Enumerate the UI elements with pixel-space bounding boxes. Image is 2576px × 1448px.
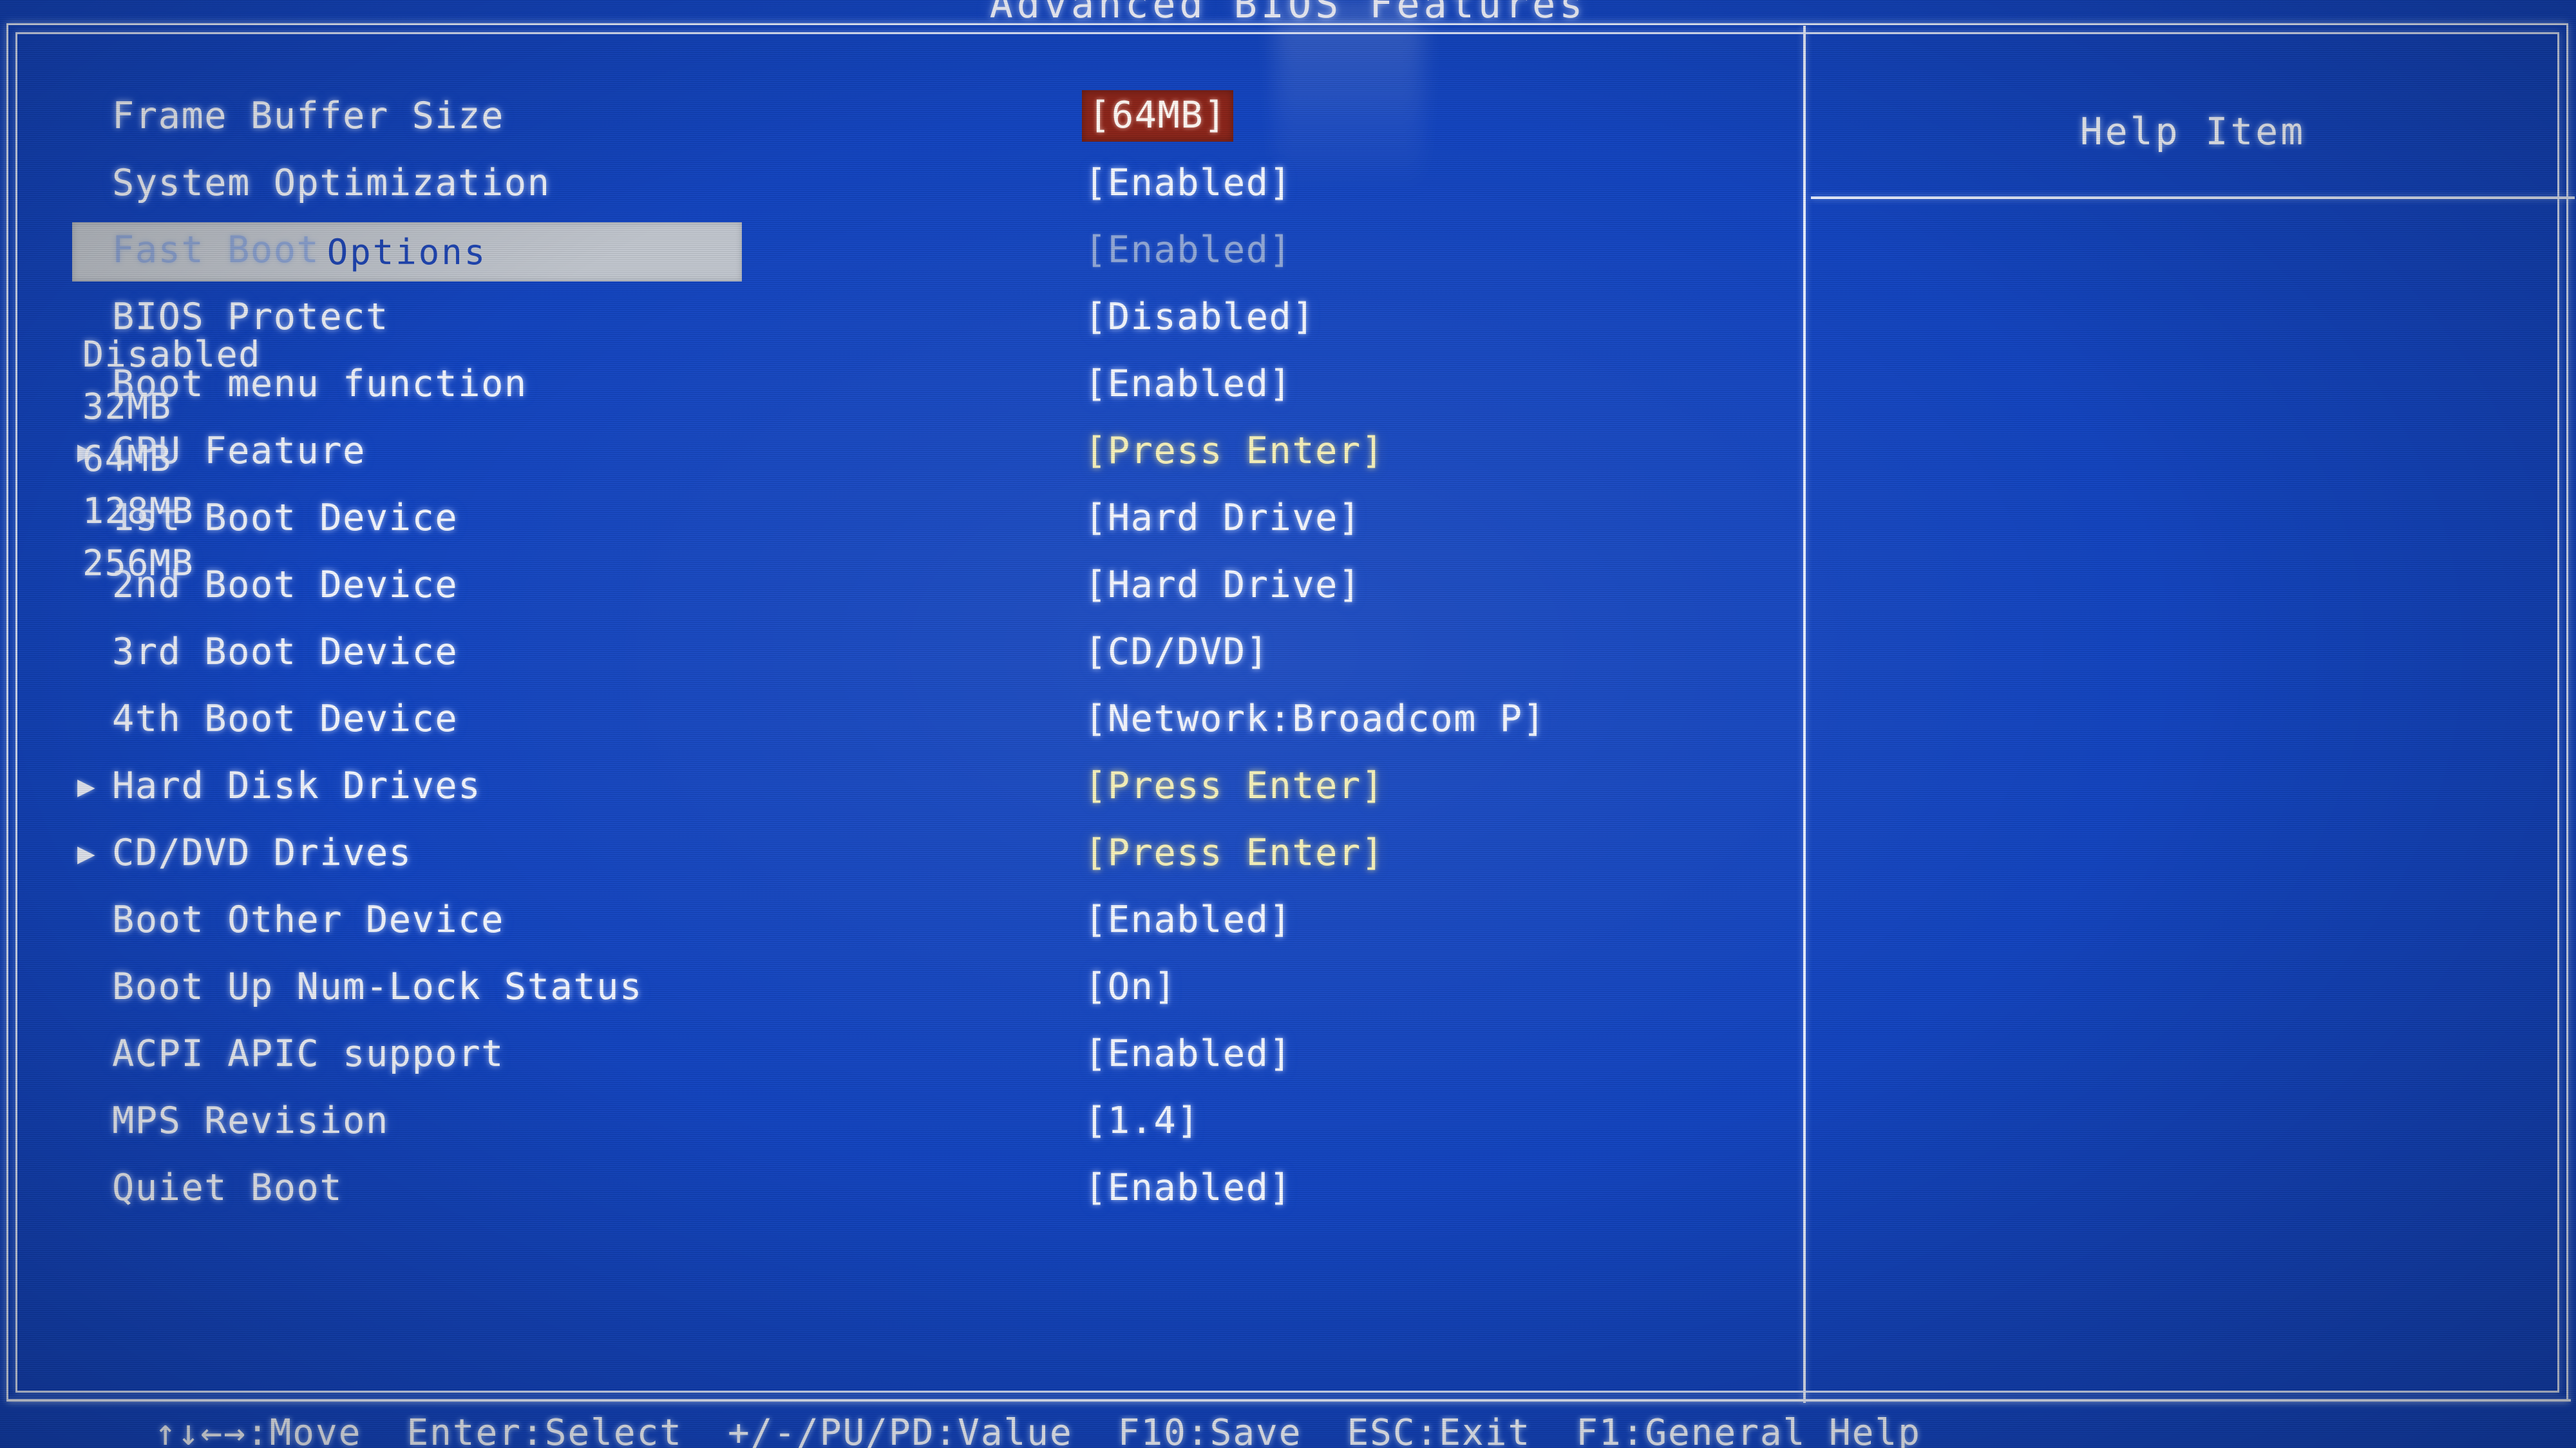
key-help-list: ↑↓←→:Move Enter:Select +/-/PU/PD:Value F10:… bbox=[155, 1415, 1966, 1448]
setting-value[interactable]: [Enabled] bbox=[1082, 1165, 1294, 1210]
setting-value[interactable]: [Hard Drive] bbox=[1082, 562, 1364, 607]
bios-setup-screen: Advanced BIOS Features Frame Buffer Size… bbox=[0, 0, 2576, 1448]
options-list: Disabled 32MB 64MB 128MB 256MB bbox=[82, 329, 739, 589]
row-indent-spacer bbox=[77, 969, 112, 1004]
setting-value[interactable]: [Network:Broadcom P] bbox=[1082, 696, 1548, 741]
setting-label: Frame Buffer Size bbox=[112, 95, 504, 137]
setting-label: Hard Disk Drives bbox=[112, 765, 482, 807]
setting-value[interactable]: [Press Enter] bbox=[1082, 428, 1387, 473]
setting-row[interactable]: ACPI APIC support [Enabled] bbox=[77, 1020, 1765, 1087]
key-help-footer: ↑↓←→:Move Enter:Select +/-/PU/PD:Value F10:… bbox=[0, 1415, 2576, 1448]
setting-row[interactable]: Boot Up Num-Lock Status [On] bbox=[77, 953, 1765, 1020]
panel-divider-vertical bbox=[1803, 26, 1806, 1403]
setting-row[interactable]: ▶ CD/DVD Drives [Press Enter] bbox=[77, 819, 1765, 886]
row-indent-spacer bbox=[77, 1036, 112, 1071]
row-indent-spacer bbox=[77, 233, 112, 267]
setting-row[interactable]: 3rd Boot Device [CD/DVD] bbox=[77, 618, 1765, 685]
setting-value[interactable]: [Press Enter] bbox=[1082, 763, 1387, 808]
help-panel-divider bbox=[1811, 196, 2575, 199]
option-item: 32MB bbox=[82, 386, 172, 427]
setting-label: CD/DVD Drives bbox=[112, 832, 412, 874]
setting-label: Quiet Boot bbox=[112, 1167, 343, 1209]
setting-label: Fast Boot bbox=[112, 229, 320, 271]
option-item: 128MB bbox=[82, 490, 194, 531]
key-hint: Enter:Select bbox=[406, 1415, 683, 1448]
setting-value[interactable]: [Enabled] bbox=[1082, 897, 1294, 942]
row-indent-spacer bbox=[77, 634, 112, 669]
key-hint: ↑↓←→:Move bbox=[155, 1415, 362, 1448]
setting-label: Boot Up Num-Lock Status bbox=[112, 966, 643, 1008]
setting-value[interactable]: [Press Enter] bbox=[1082, 830, 1387, 875]
setting-value: [Enabled] bbox=[1084, 229, 1293, 271]
key-hint: F1:General Help bbox=[1576, 1415, 1921, 1448]
row-indent-spacer bbox=[77, 99, 112, 133]
setting-value[interactable]: [Hard Drive] bbox=[1082, 495, 1364, 540]
option-item: Disabled bbox=[82, 334, 261, 375]
row-indent-spacer bbox=[77, 701, 112, 736]
settings-list: Frame Buffer Size [64MB] System Optimizat… bbox=[77, 82, 1765, 1221]
setting-row[interactable]: Frame Buffer Size [64MB] bbox=[77, 82, 1765, 149]
row-indent-spacer bbox=[77, 1170, 112, 1205]
help-panel-title: Help Item bbox=[2079, 110, 2306, 153]
setting-label: System Optimization bbox=[112, 162, 551, 204]
option-item: 256MB bbox=[82, 542, 194, 584]
setting-label: 4th Boot Device bbox=[112, 698, 459, 740]
option-item: 64MB bbox=[82, 438, 172, 479]
setting-label: Boot Other Device bbox=[112, 899, 504, 941]
setting-row[interactable]: Boot Other Device [Enabled] bbox=[77, 886, 1765, 953]
submenu-arrow-icon: ▶ bbox=[77, 768, 97, 803]
key-hint: ESC:Exit bbox=[1347, 1415, 1531, 1448]
setting-row: Fast Boot [Enabled] bbox=[77, 216, 1765, 283]
setting-row[interactable]: MPS Revision [1.4] bbox=[77, 1087, 1765, 1154]
submenu-arrow-icon: ▶ bbox=[77, 835, 97, 870]
key-hint: +/-/PU/PD:Value bbox=[728, 1415, 1073, 1448]
setting-value[interactable]: [CD/DVD] bbox=[1082, 629, 1272, 674]
setting-row[interactable]: Quiet Boot [Enabled] bbox=[77, 1154, 1765, 1221]
setting-label: ACPI APIC support bbox=[112, 1033, 504, 1075]
setting-value[interactable]: [On] bbox=[1082, 964, 1179, 1009]
row-indent-spacer bbox=[77, 1103, 112, 1138]
setting-row[interactable]: 4th Boot Device [Network:Broadcom P] bbox=[77, 685, 1765, 752]
help-panel: Help Item bbox=[1811, 33, 2575, 153]
key-hint: F10:Save bbox=[1117, 1415, 1302, 1448]
setting-value[interactable]: [1.4] bbox=[1082, 1098, 1202, 1143]
setting-row[interactable]: System Optimization [Enabled] bbox=[77, 149, 1765, 216]
setting-label: 3rd Boot Device bbox=[112, 631, 459, 673]
setting-value[interactable]: [Enabled] bbox=[1082, 1031, 1294, 1076]
setting-value[interactable]: [Enabled] bbox=[1082, 361, 1294, 406]
setting-row[interactable]: ▶ Hard Disk Drives [Press Enter] bbox=[77, 752, 1765, 819]
setting-value[interactable]: [Disabled] bbox=[1082, 294, 1318, 339]
setting-value-selected[interactable]: [64MB] bbox=[1082, 90, 1233, 142]
page-title: Advanced BIOS Features bbox=[989, 0, 1587, 27]
setting-value[interactable]: [Enabled] bbox=[1082, 160, 1294, 205]
row-indent-spacer bbox=[77, 902, 112, 937]
footer-divider bbox=[8, 1399, 2571, 1402]
setting-label: MPS Revision bbox=[112, 1100, 389, 1142]
row-indent-spacer bbox=[77, 166, 112, 200]
